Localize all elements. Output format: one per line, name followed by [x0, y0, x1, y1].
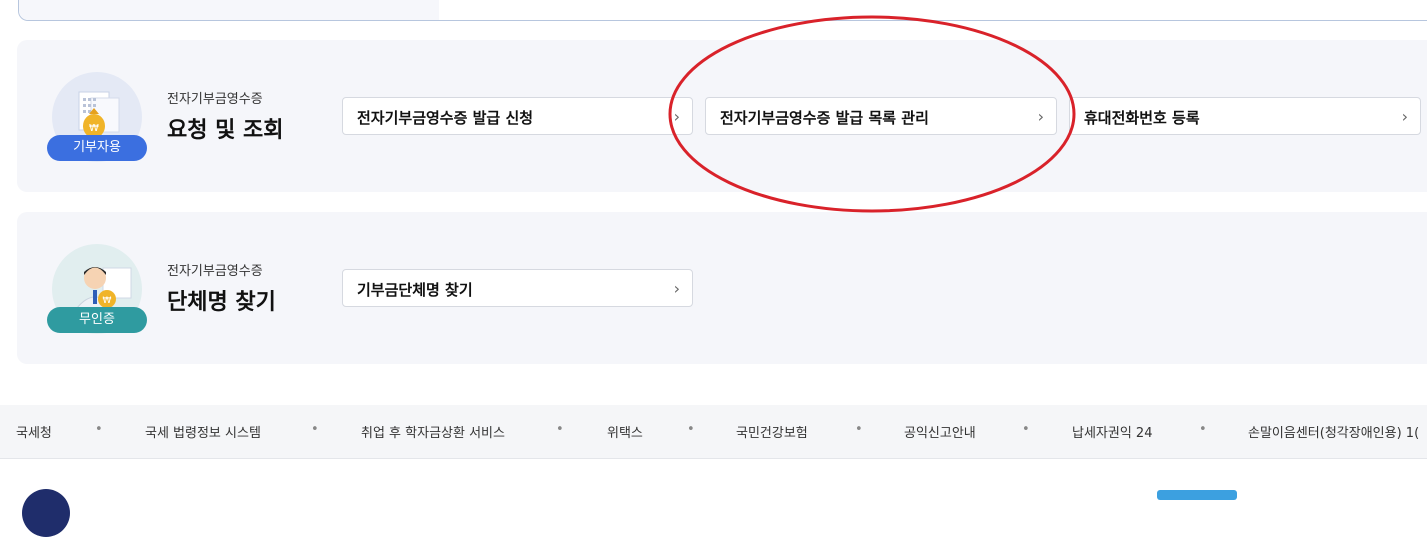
section-title: 단체명 찾기 — [167, 290, 276, 315]
person-avatar: ₩ 무인증 — [47, 242, 147, 342]
section-sublabel: 전자기부금영수증 — [167, 264, 263, 279]
org-name-search-button[interactable]: 기부금단체명 찾기 › — [342, 269, 693, 307]
separator-dot: • — [1022, 422, 1030, 437]
footer-link-law[interactable]: 국세 법령정보 시스템 — [145, 422, 261, 441]
footer-link-whistleblow[interactable]: 공익신고안내 — [904, 422, 976, 441]
footer-link-nhis[interactable]: 국민건강보험 — [736, 422, 808, 441]
footer-link-nts[interactable]: 국세청 — [16, 422, 52, 441]
button-label: 기부금단체명 찾기 — [357, 281, 473, 299]
banner-logo-icon — [1157, 490, 1237, 500]
footer-link-relay-center[interactable]: 손말이음센터(청각장애인용) 1( — [1248, 422, 1419, 441]
button-label: 전자기부금영수증 발급 신청 — [357, 109, 534, 127]
phone-register-button[interactable]: 휴대전화번호 등록 › — [1069, 97, 1421, 135]
section-title: 요청 및 조회 — [167, 118, 284, 143]
chevron-right-icon: › — [673, 279, 680, 298]
footer-link-taxpayer-rights[interactable]: 납세자권익 24 — [1072, 422, 1152, 441]
separator-dot: • — [687, 422, 695, 437]
button-label: 휴대전화번호 등록 — [1084, 109, 1200, 127]
section-sublabel: 전자기부금영수증 — [167, 92, 263, 107]
footer-link-student-loan[interactable]: 취업 후 학자금상환 서비스 — [361, 422, 505, 441]
footer-info — [0, 459, 1427, 537]
nts-logo-icon — [22, 489, 70, 537]
separator-dot: • — [1199, 422, 1207, 437]
annotation-circle — [668, 15, 1076, 213]
issue-request-button[interactable]: 전자기부금영수증 발급 신청 › — [342, 97, 693, 135]
separator-dot: • — [311, 422, 319, 437]
person-coin-icon: ₩ — [75, 267, 132, 309]
footer-link-wetax[interactable]: 위택스 — [607, 422, 643, 441]
donor-avatar: ₩ 기부자용 — [47, 70, 147, 170]
svg-text:₩: ₩ — [103, 296, 112, 306]
svg-text:₩: ₩ — [89, 123, 99, 134]
separator-dot: • — [556, 422, 564, 437]
separator-dot: • — [95, 422, 103, 437]
chevron-right-icon: › — [1401, 107, 1408, 126]
org-name-search-card: ₩ 무인증 전자기부금영수증 단체명 찾기 기부금단체명 찾기 › — [17, 212, 1427, 364]
donor-badge: 기부자용 — [47, 135, 147, 161]
separator-dot: • — [855, 422, 863, 437]
no-auth-badge: 무인증 — [47, 307, 147, 333]
footer-link-bar: 국세청 • 국세 법령정보 시스템 • 취업 후 학자금상환 서비스 • 위택스… — [0, 405, 1427, 459]
document-coin-icon: ₩ — [78, 91, 120, 138]
